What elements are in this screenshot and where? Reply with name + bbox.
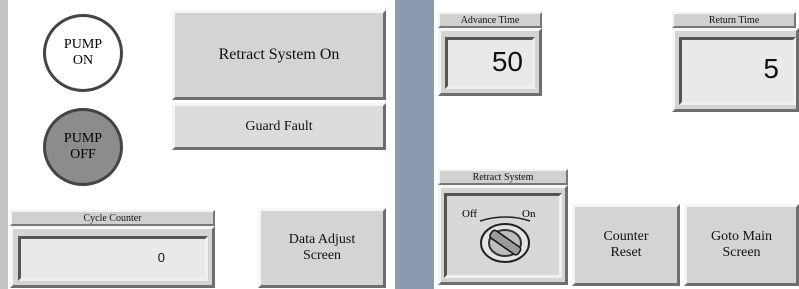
goto-main-screen-label: Goto Main Screen [710, 229, 773, 260]
retract-system-title-text: Retract System [472, 172, 534, 183]
advance-time-value: 50 [491, 46, 523, 77]
cycle-counter-title: Cycle Counter [10, 210, 215, 226]
retract-system-switch-area: Off On [444, 193, 562, 278]
counter-reset-button[interactable]: Counter Reset [572, 204, 680, 286]
pump-on-label: PUMP ON [63, 37, 103, 68]
left-hmi-panel: PUMP ON PUMP OFF Retract System On Guard… [0, 0, 395, 289]
data-adjust-screen-button[interactable]: Data Adjust Screen [258, 208, 386, 288]
data-adjust-screen-label: Data Adjust Screen [288, 232, 356, 263]
pump-off-indicator[interactable]: PUMP OFF [43, 108, 123, 186]
retract-system-on-label: Retract System On [218, 46, 340, 63]
goto-main-screen-button[interactable]: Goto Main Screen [684, 204, 799, 286]
right-hmi-panel: Advance Time 50 Return Time 5 Retract Sy… [434, 0, 799, 289]
counter-reset-label: Counter Reset [603, 229, 649, 260]
advance-time-input[interactable]: 50 [445, 37, 535, 89]
pump-off-label: PUMP OFF [63, 131, 103, 162]
return-time-input[interactable]: 5 [679, 37, 796, 105]
cycle-counter-value: 0 [157, 250, 165, 265]
retract-system-title: Retract System [438, 169, 568, 185]
return-time-title: Return Time [672, 12, 796, 28]
advance-time-title-text: Advance Time [460, 15, 520, 26]
cycle-counter-display: 0 [18, 236, 208, 281]
retract-system-on-indicator[interactable]: Retract System On [172, 10, 386, 100]
return-time-title-text: Return Time [708, 15, 760, 26]
cycle-counter-title-text: Cycle Counter [83, 213, 142, 224]
pump-on-indicator[interactable]: PUMP ON [43, 14, 123, 92]
panel-divider [395, 0, 434, 289]
left-panel-edge [0, 0, 8, 289]
advance-time-title: Advance Time [438, 12, 542, 28]
guard-fault-label: Guard Fault [245, 118, 313, 134]
return-time-value: 5 [763, 53, 779, 84]
guard-fault-indicator: Guard Fault [172, 103, 386, 150]
selector-switch-icon[interactable] [474, 211, 536, 267]
